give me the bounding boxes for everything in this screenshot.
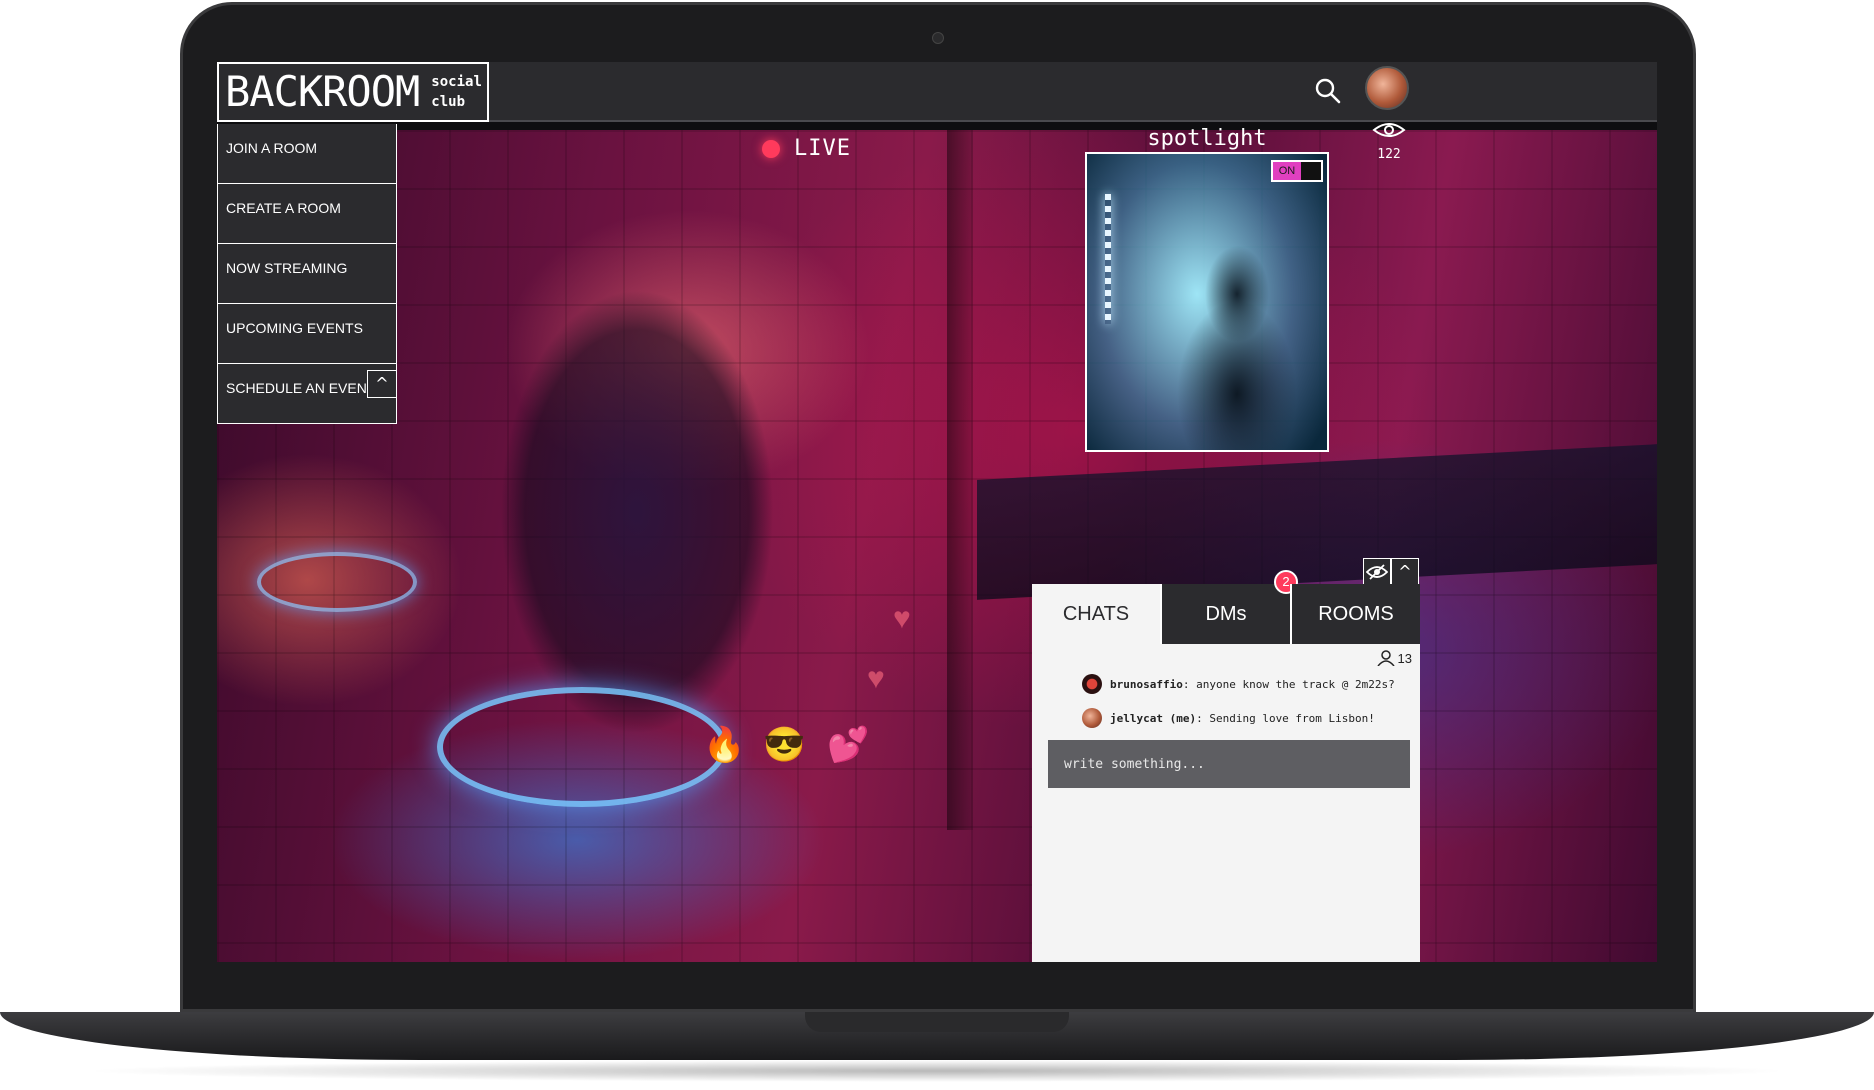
chat-tabs: CHATS DMs 2 ROOMS xyxy=(1032,570,1420,644)
hearts-reaction-button[interactable]: 💕 xyxy=(827,728,869,762)
live-indicator: LIVE xyxy=(762,136,851,161)
live-dot-icon xyxy=(762,139,780,158)
menu-collapse-button[interactable]: ^ xyxy=(367,370,397,398)
spotlight-toggle[interactable]: ON xyxy=(1271,160,1323,182)
cool-reaction-button[interactable]: 😎 xyxy=(763,728,805,762)
chat-compose-input[interactable] xyxy=(1048,740,1410,788)
message-text: : anyone know the track @ 2m22s? xyxy=(1182,677,1395,691)
tab-rooms-label: ROOMS xyxy=(1318,602,1394,625)
tab-chats[interactable]: CHATS xyxy=(1032,584,1160,644)
member-count: 13 xyxy=(1376,650,1412,666)
menu-item-upcoming-events[interactable]: UPCOMING EVENTS xyxy=(217,304,397,364)
camera-icon xyxy=(932,32,944,44)
collapse-chat-button[interactable]: ^ xyxy=(1391,558,1419,586)
tab-rooms[interactable]: ROOMS xyxy=(1290,584,1420,644)
tab-dms-label: DMs xyxy=(1205,602,1247,625)
tab-dms[interactable]: DMs 2 xyxy=(1160,570,1298,644)
search-icon[interactable] xyxy=(1313,76,1343,106)
turntable xyxy=(437,687,727,807)
eye-icon xyxy=(1372,123,1406,137)
app-screen: BACKROOM social club JOIN A ROOM CREATE … xyxy=(217,62,1657,962)
live-label: LIVE xyxy=(794,136,851,161)
spotlight-video[interactable]: ON xyxy=(1085,152,1329,452)
hide-chat-button[interactable] xyxy=(1363,558,1391,586)
toggle-on-label: ON xyxy=(1273,162,1301,180)
laptop-notch xyxy=(805,1012,1069,1032)
top-bar: BACKROOM social club xyxy=(217,62,1657,122)
floating-heart-icon: ♥ xyxy=(893,602,911,635)
tab-chats-label: CHATS xyxy=(1062,602,1130,625)
chat-panel: CHATS DMs 2 ROOMS 13 brunosaffio: anyone… xyxy=(1032,570,1420,962)
fire-reaction-button[interactable]: 🔥 xyxy=(703,728,745,762)
menu-item-join-room[interactable]: JOIN A ROOM xyxy=(217,124,397,184)
chat-message: brunosaffio: anyone know the track @ 2m2… xyxy=(1082,674,1395,694)
turntable xyxy=(257,552,417,612)
brand-name: BACKROOM xyxy=(225,67,420,116)
toggle-knob xyxy=(1301,162,1321,180)
message-username[interactable]: jellycat (me) xyxy=(1110,712,1196,725)
dj-figure xyxy=(427,222,847,742)
member-count-value: 13 xyxy=(1397,650,1412,666)
laptop-shadow xyxy=(80,1060,1794,1082)
chat-message: jellycat (me): Sending love from Lisbon! xyxy=(1082,708,1375,728)
avatar[interactable] xyxy=(1365,66,1409,110)
person-icon xyxy=(1376,650,1395,666)
eye-slash-icon xyxy=(1365,564,1389,580)
floating-heart-icon: ♥ xyxy=(867,662,885,695)
spotlight-label: spotlight xyxy=(1147,126,1267,151)
viewer-count: 122 xyxy=(1369,120,1409,162)
avatar xyxy=(1082,674,1102,694)
brand-subtitle: social club xyxy=(431,74,482,110)
menu-item-create-room[interactable]: CREATE A ROOM xyxy=(217,184,397,244)
video-glass-divider xyxy=(947,130,973,830)
menu-item-now-streaming[interactable]: NOW STREAMING xyxy=(217,244,397,304)
avatar xyxy=(1082,708,1102,728)
spotlight-light-strip xyxy=(1105,194,1111,324)
message-text: : Sending love from Lisbon! xyxy=(1196,711,1375,725)
message-username[interactable]: brunosaffio xyxy=(1110,678,1183,691)
viewer-count-value: 122 xyxy=(1377,147,1401,162)
brand-logo[interactable]: BACKROOM social club xyxy=(217,62,489,122)
